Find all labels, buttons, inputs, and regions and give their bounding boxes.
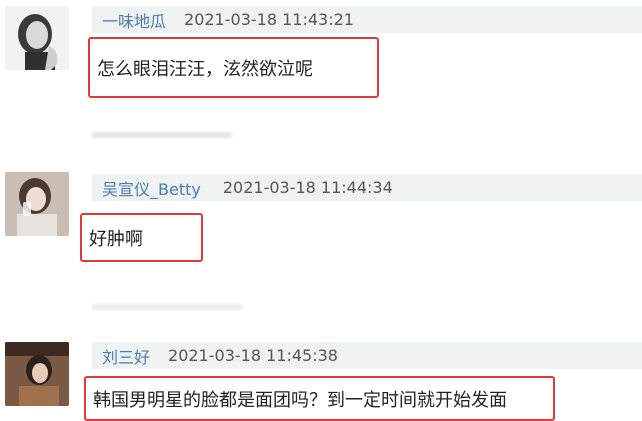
comment-text: 好肿啊 [80,213,203,262]
comment-item: 吴宣仪_Betty 2021-03-18 11:44:34 好肿啊 [0,170,642,300]
username[interactable]: 刘三好 [102,344,150,368]
blur-smudge [92,132,232,138]
blurred-divider [92,300,242,318]
comment-header: 刘三好 2021-03-18 11:45:38 [92,342,642,369]
timestamp: 2021-03-18 11:45:38 [168,346,338,365]
portrait-woman-cup-avatar [5,172,69,236]
comment-item: 刘三好 2021-03-18 11:45:38 韩国男明星的脸都是面团吗？到一定… [0,336,642,421]
comment-body: 韩国男明星的脸都是面团吗？到一定时间就开始发面 [93,389,507,411]
portrait-woman-bw-avatar [5,6,69,70]
comment-item: 一味地瓜 2021-03-18 11:43:21 怎么眼泪汪汪，泫然欲泣呢 [0,0,642,140]
costume-drama-avatar [5,342,69,406]
timestamp: 2021-03-18 11:44:34 [222,178,393,197]
username[interactable]: 吴宣仪_Betty [102,176,201,200]
user-avatar[interactable] [5,6,69,70]
comment-body: 好肿啊 [89,228,143,250]
timestamp: 2021-03-18 11:43:21 [184,10,354,29]
comment-body: 怎么眼泪汪汪，泫然欲泣呢 [97,58,313,80]
blur-smudge [92,304,242,310]
user-avatar[interactable] [5,342,69,406]
username[interactable]: 一味地瓜 [102,8,166,32]
comment-text: 韩国男明星的脸都是面团吗？到一定时间就开始发面 [84,376,555,421]
comment-text: 怎么眼泪汪汪，泫然欲泣呢 [88,37,379,98]
blurred-divider [92,128,232,146]
user-avatar[interactable] [5,172,69,236]
comment-header: 一味地瓜 2021-03-18 11:43:21 [92,6,642,33]
comment-header: 吴宣仪_Betty 2021-03-18 11:44:34 [92,174,642,201]
